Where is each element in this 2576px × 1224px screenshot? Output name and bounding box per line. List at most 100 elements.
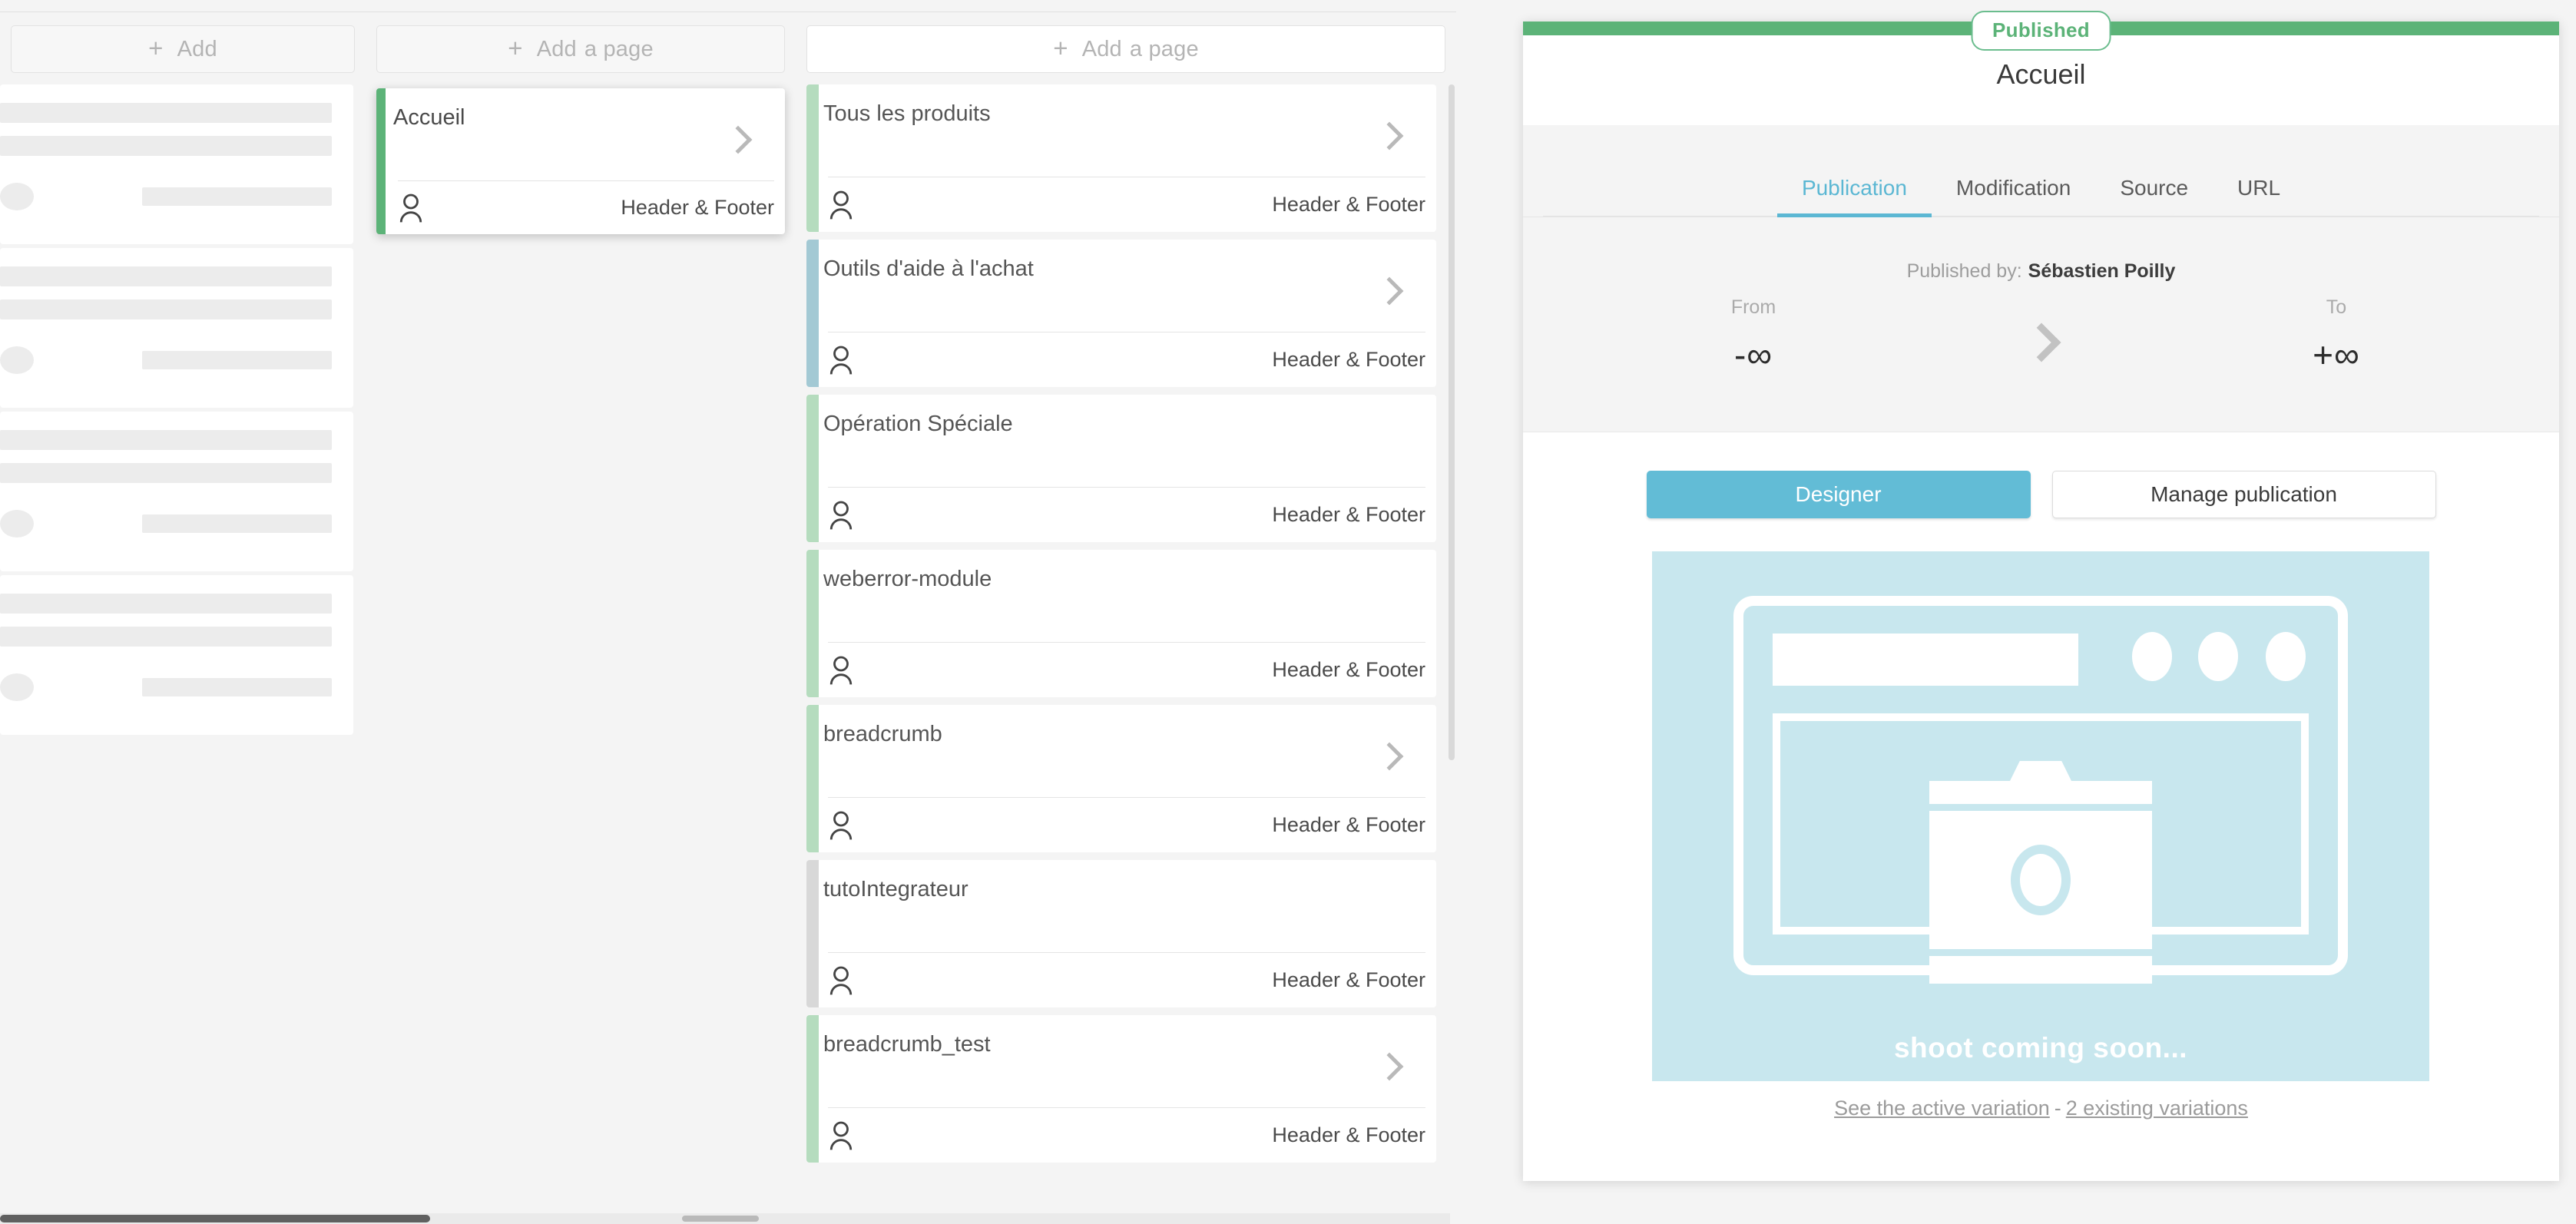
page-card-title: weberror-module xyxy=(823,567,992,591)
scrollbar-thumb[interactable] xyxy=(0,1215,430,1222)
page-card[interactable]: breadcrumb_test Header & Footer xyxy=(806,1015,1436,1163)
published-by: Published by: Sébastien Poilly xyxy=(1523,217,2559,283)
page-card-list-selected: Accueil Header & Footer xyxy=(376,84,785,1224)
scrollbar-thumb[interactable] xyxy=(1449,84,1455,760)
skeleton-line xyxy=(0,463,332,483)
skeleton-avatar xyxy=(0,346,34,374)
status-stripe xyxy=(806,84,819,232)
add-button-label-2: a page xyxy=(1129,36,1199,61)
page-card-title: Opération Spéciale xyxy=(823,412,1013,436)
skeleton-line xyxy=(142,678,332,696)
skeleton-avatar xyxy=(0,183,34,210)
preview-caption: shoot coming soon... xyxy=(1893,1032,2188,1064)
status-stripe xyxy=(806,550,819,697)
tabs-bar: Publication Modification Source URL xyxy=(1523,125,2559,218)
tab-modification[interactable]: Modification xyxy=(1932,162,2095,216)
existing-variations-link[interactable]: 2 existing variations xyxy=(2066,1097,2248,1120)
publication-info: Published by: Sébastien Poilly From -∞ To… xyxy=(1523,217,2559,432)
range-from: From -∞ xyxy=(1638,296,1869,375)
person-icon xyxy=(828,809,854,842)
page-card-footer-label: Header & Footer xyxy=(1272,1123,1425,1146)
status-stripe xyxy=(806,240,819,387)
page-card-title: breadcrumb xyxy=(823,722,942,746)
horizontal-scrollbar[interactable] xyxy=(0,1213,1450,1224)
page-card[interactable]: breadcrumb Header & Footer xyxy=(806,705,1436,852)
page-card-title: Accueil xyxy=(393,105,465,130)
browser-dot-icon xyxy=(2266,632,2306,681)
tab-publication[interactable]: Publication xyxy=(1776,162,1932,218)
page-card-title: breadcrumb_test xyxy=(823,1032,991,1057)
page-card-footer-label: Header & Footer xyxy=(621,196,774,219)
page-card[interactable]: Opération Spéciale Header & Footer xyxy=(806,395,1436,542)
detail-actions: Designer Manage publication xyxy=(1523,471,2559,518)
browser-viewport-shape xyxy=(1773,713,2309,984)
skeleton-footer-row xyxy=(0,673,332,701)
plus-icon: + xyxy=(508,33,523,62)
add-button-label: Add xyxy=(177,36,217,61)
skeleton-avatar xyxy=(0,510,34,538)
variations-links: See the active variation -2 existing vari… xyxy=(1523,1097,2559,1120)
skeleton-card-list xyxy=(0,84,353,739)
page-preview-placeholder[interactable]: shoot coming soon... xyxy=(1652,551,2429,1081)
add-a-page-button-2[interactable]: + Add a page xyxy=(376,25,785,73)
page-card-footer-label: Header & Footer xyxy=(1272,968,1425,991)
status-stripe xyxy=(376,88,386,234)
pages-vertical-scrollbar[interactable] xyxy=(1447,84,1456,1201)
browser-frame-icon xyxy=(1733,596,2348,984)
person-icon xyxy=(828,1120,854,1152)
add-button-label: Add xyxy=(536,36,577,61)
skeleton-footer-row xyxy=(0,183,332,210)
skeleton-line xyxy=(0,266,332,286)
range-to-label: To xyxy=(2326,296,2347,318)
camera-hump xyxy=(2010,761,2071,781)
skeleton-line xyxy=(0,299,332,319)
scrollbar-thumb-secondary[interactable] xyxy=(682,1216,759,1222)
page-card[interactable]: Tous les produits Header & Footer xyxy=(806,84,1436,232)
tab-source[interactable]: Source xyxy=(2095,162,2213,216)
page-card-footer-label: Header & Footer xyxy=(1272,658,1425,681)
add-button-label: Add xyxy=(1081,36,1122,61)
camera-base xyxy=(1929,956,2152,984)
range-from-label: From xyxy=(1730,296,1776,318)
page-card-footer-label: Header & Footer xyxy=(1272,503,1425,526)
page-card[interactable]: tutoIntegrateur Header & Footer xyxy=(806,860,1436,1007)
person-icon xyxy=(828,964,854,997)
publication-date-range: From -∞ To +∞ xyxy=(1523,296,2559,412)
add-a-page-button-3[interactable]: + Add a page xyxy=(806,25,1445,73)
skeleton-footer-row xyxy=(0,510,332,538)
status-stripe xyxy=(806,705,819,852)
plus-icon: + xyxy=(1053,33,1068,62)
page-detail-panel: Published Accueil Publication Modificati… xyxy=(1523,11,2559,1181)
see-active-variation-link[interactable]: See the active variation xyxy=(1834,1097,2050,1120)
skeleton-card xyxy=(0,248,353,408)
range-from-value[interactable]: -∞ xyxy=(1638,334,1869,375)
skeleton-line xyxy=(0,627,332,647)
camera-body xyxy=(1929,811,2152,949)
page-card-footer-label: Header & Footer xyxy=(1272,193,1425,216)
page-card-accueil[interactable]: Accueil Header & Footer xyxy=(376,88,785,234)
person-icon xyxy=(828,499,854,531)
browser-dot-icon xyxy=(2132,632,2172,681)
manage-publication-button[interactable]: Manage publication xyxy=(2051,471,2436,518)
designer-button[interactable]: Designer xyxy=(1646,471,2031,518)
page-card[interactable]: Outils d'aide à l'achat Header & Footer xyxy=(806,240,1436,387)
page-card-title: Outils d'aide à l'achat xyxy=(823,256,1034,281)
page-card-footer-label: Header & Footer xyxy=(1272,348,1425,371)
skeleton-card xyxy=(0,575,353,735)
column-pages: + Add a page Tous les produits Header & … xyxy=(796,0,1456,1224)
page-card-title: Tous les produits xyxy=(823,101,991,126)
address-bar-shape xyxy=(1773,634,2078,686)
page-card[interactable]: weberror-module Header & Footer xyxy=(806,550,1436,697)
add-button-skeleton[interactable]: + Add xyxy=(11,25,355,73)
page-card-footer-label: Header & Footer xyxy=(1272,813,1425,836)
skeleton-card xyxy=(0,84,353,244)
skeleton-line xyxy=(142,187,332,206)
column-skeleton: + Add xyxy=(0,0,366,1224)
camera-lens xyxy=(2011,845,2071,915)
tab-url[interactable]: URL xyxy=(2213,162,2305,216)
range-to-value[interactable]: +∞ xyxy=(2221,334,2452,375)
published-by-name: Sébastien Poilly xyxy=(2028,260,2176,282)
status-stripe xyxy=(806,860,819,1007)
skeleton-line xyxy=(142,351,332,369)
camera-icon xyxy=(1929,761,2152,984)
